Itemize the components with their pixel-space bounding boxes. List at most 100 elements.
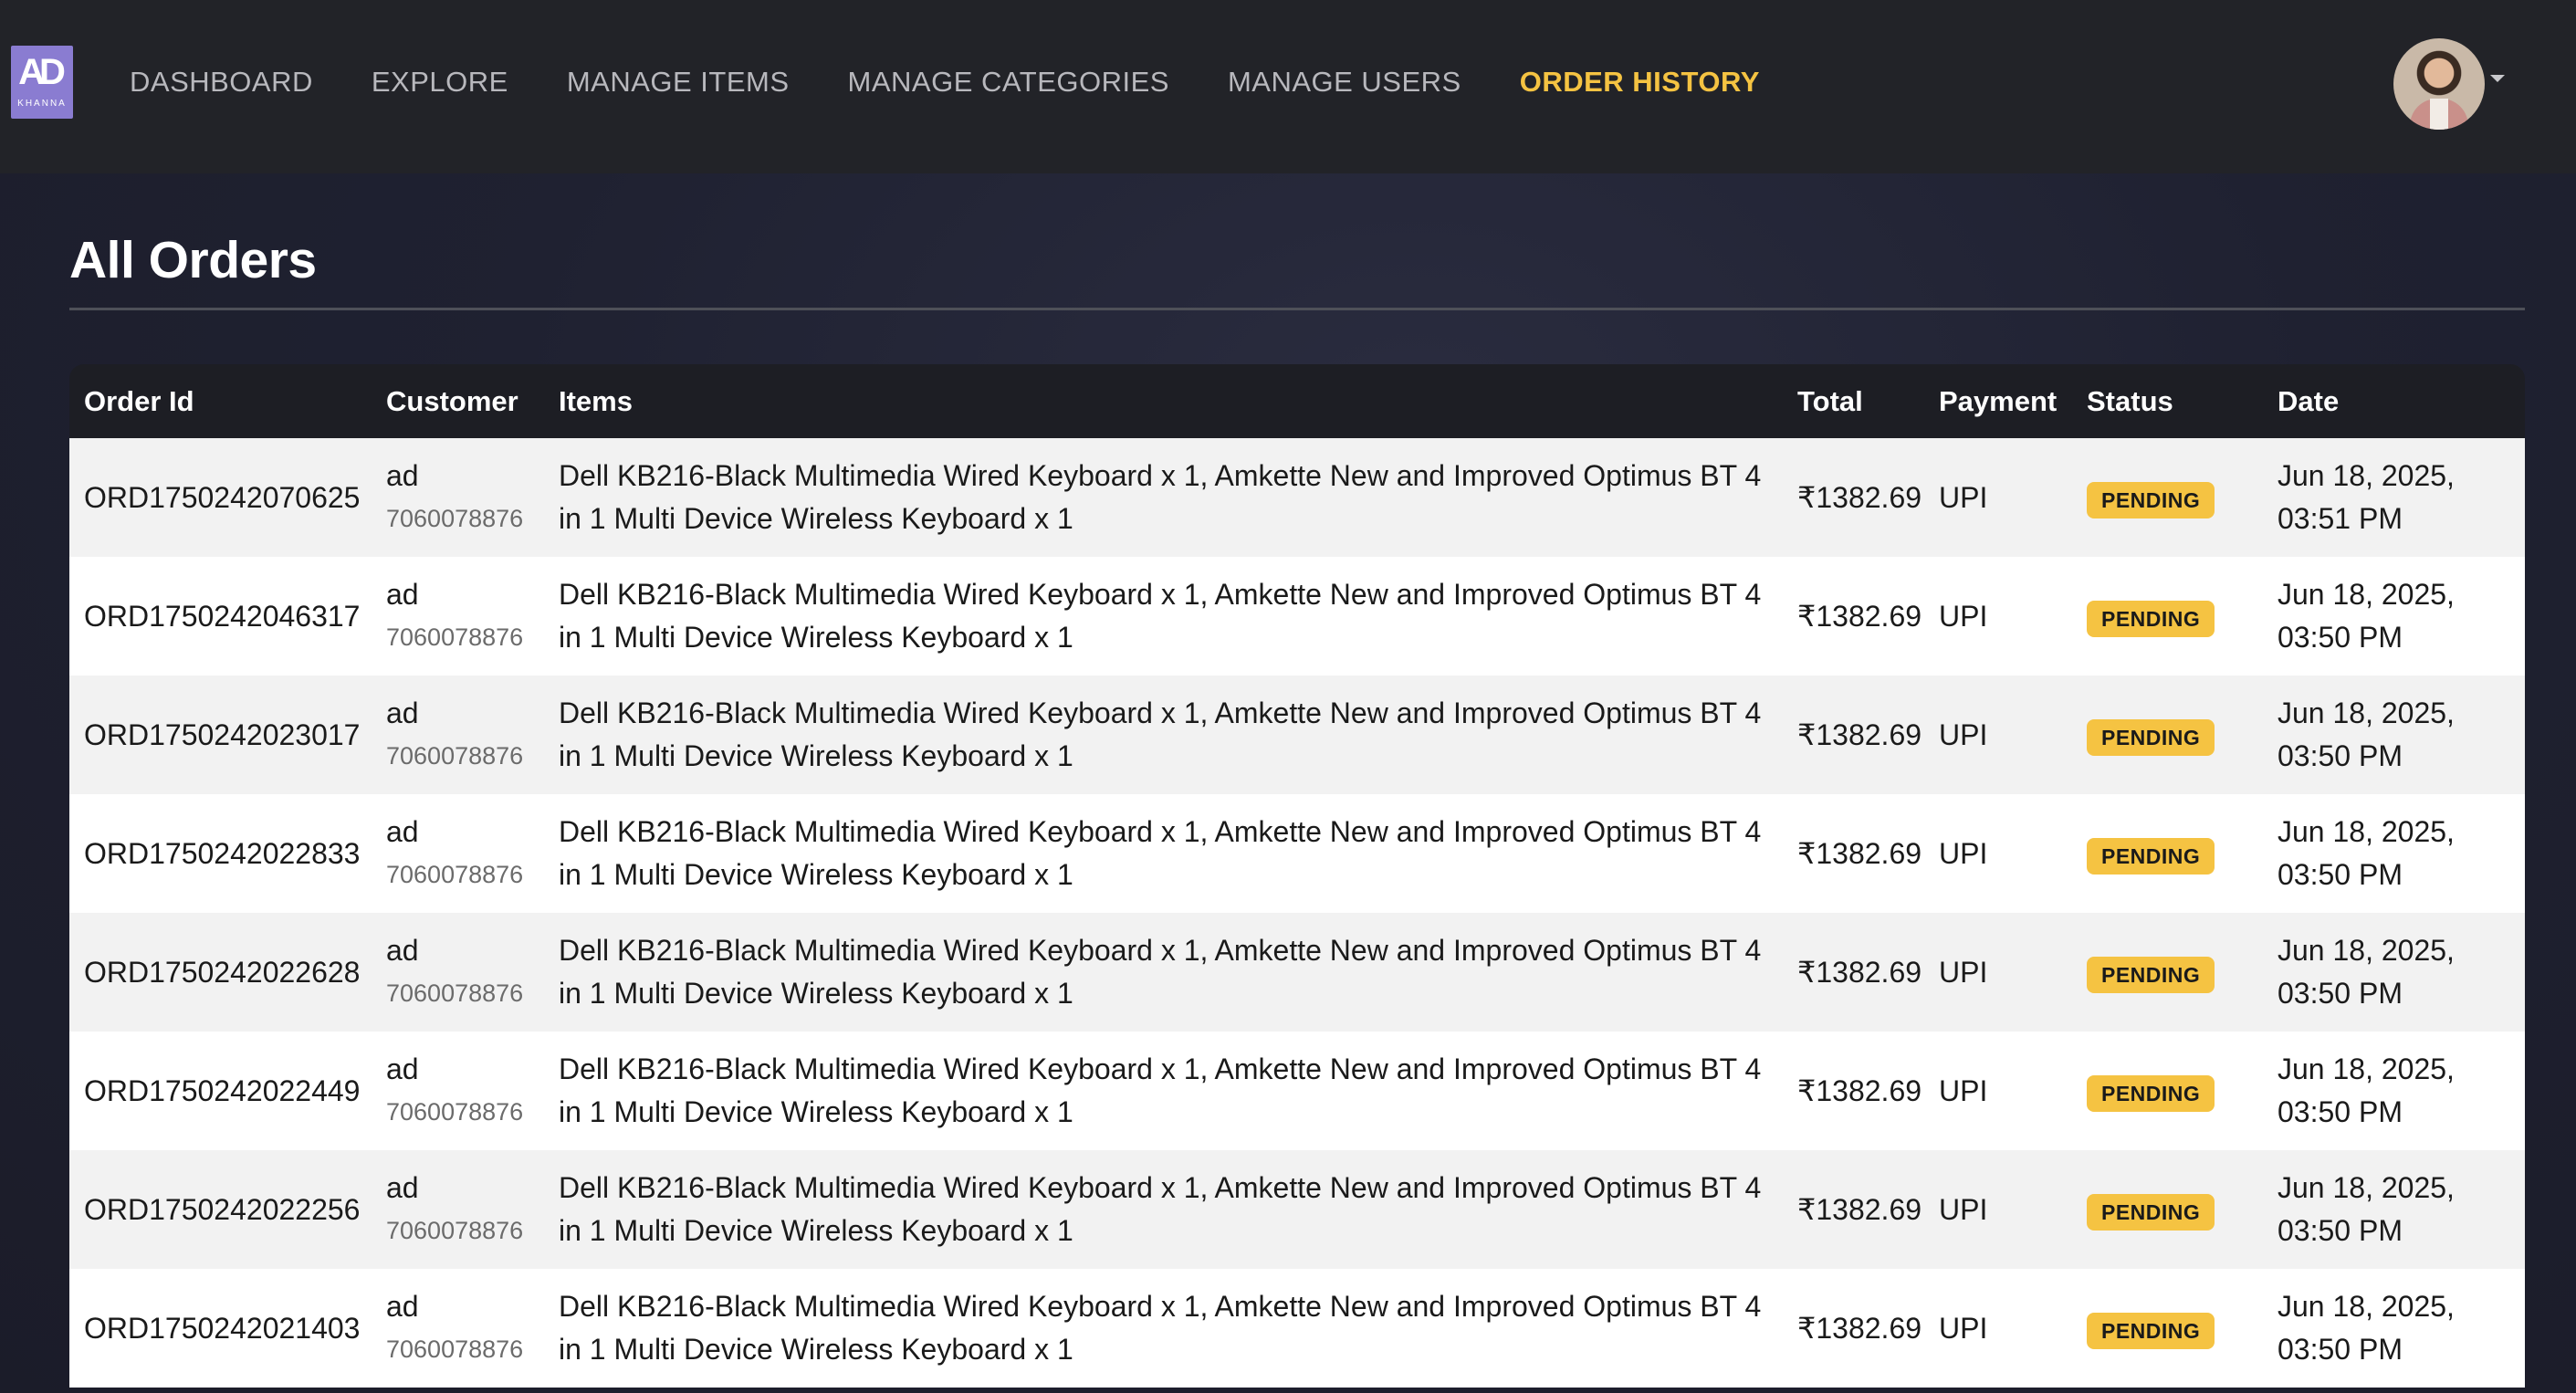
total-cell: ₹1382.69 <box>1797 1311 1922 1345</box>
customer-phone: 7060078876 <box>386 742 524 770</box>
order-id-cell: ORD1750242022833 <box>84 836 361 870</box>
date-cell: Jun 18, 2025, 03:50 PM <box>2278 1290 2455 1366</box>
table-row[interactable]: ORD1750242022628 ad 7060078876 Dell KB21… <box>69 913 2525 1032</box>
date-cell: Jun 18, 2025, 03:50 PM <box>2278 696 2455 772</box>
customer-name: ad <box>386 459 419 492</box>
table-row[interactable]: ORD1750242022256 ad 7060078876 Dell KB21… <box>69 1150 2525 1269</box>
items-cell: Dell KB216-Black Multimedia Wired Keyboa… <box>559 934 1762 1010</box>
order-id-cell: ORD1750242070625 <box>84 480 361 514</box>
payment-cell: UPI <box>1939 599 1988 633</box>
total-cell: ₹1382.69 <box>1797 1074 1922 1107</box>
status-cell: PENDING <box>2072 913 2263 1032</box>
status-cell: PENDING <box>2072 1150 2263 1269</box>
customer-name: ad <box>386 1053 419 1085</box>
table-row[interactable]: ORD1750242022449 ad 7060078876 Dell KB21… <box>69 1032 2525 1150</box>
status-cell: PENDING <box>2072 1269 2263 1388</box>
customer-phone: 7060078876 <box>386 623 524 651</box>
customer-cell: ad 7060078876 <box>372 438 544 557</box>
table-row[interactable]: ORD1750242046317 ad 7060078876 Dell KB21… <box>69 557 2525 676</box>
total-cell: ₹1382.69 <box>1797 599 1922 633</box>
status-badge: PENDING <box>2087 481 2215 518</box>
status-badge: PENDING <box>2087 1074 2215 1112</box>
date-cell: Jun 18, 2025, 03:50 PM <box>2278 934 2455 1010</box>
items-cell: Dell KB216-Black Multimedia Wired Keyboa… <box>559 1053 1762 1128</box>
nav-dashboard[interactable]: DASHBOARD <box>130 66 313 99</box>
nav-manage-items[interactable]: MANAGE ITEMS <box>567 66 790 99</box>
status-badge: PENDING <box>2087 1193 2215 1231</box>
payment-cell: UPI <box>1939 836 1988 870</box>
order-id-cell: ORD1750242022449 <box>84 1074 361 1107</box>
order-id-cell: ORD1750242046317 <box>84 599 361 633</box>
main-nav: DASHBOARD EXPLORE MANAGE ITEMS MANAGE CA… <box>130 66 1818 99</box>
customer-cell: ad 7060078876 <box>372 676 544 794</box>
order-id-cell: ORD1750242022628 <box>84 955 361 989</box>
customer-phone: 7060078876 <box>386 1217 524 1244</box>
customer-cell: ad 7060078876 <box>372 1150 544 1269</box>
customer-phone: 7060078876 <box>386 861 524 888</box>
payment-cell: UPI <box>1939 1311 1988 1345</box>
header-items[interactable]: Items <box>544 364 1783 438</box>
header-date[interactable]: Date <box>2263 364 2525 438</box>
nav-manage-users[interactable]: MANAGE USERS <box>1228 66 1461 99</box>
page-title: All Orders <box>69 231 317 289</box>
customer-cell: ad 7060078876 <box>372 1032 544 1150</box>
customer-cell: ad 7060078876 <box>372 557 544 676</box>
customer-name: ad <box>386 578 419 611</box>
orders-table: Order Id Customer Items Total Payment St… <box>69 364 2525 1388</box>
order-id-cell: ORD1750242021403 <box>84 1311 361 1345</box>
order-id-cell: ORD1750242022256 <box>84 1192 361 1226</box>
customer-name: ad <box>386 1290 419 1323</box>
items-cell: Dell KB216-Black Multimedia Wired Keyboa… <box>559 459 1762 535</box>
status-badge: PENDING <box>2087 956 2215 993</box>
date-cell: Jun 18, 2025, 03:51 PM <box>2278 459 2455 535</box>
items-cell: Dell KB216-Black Multimedia Wired Keyboa… <box>559 578 1762 654</box>
date-cell: Jun 18, 2025, 03:50 PM <box>2278 1171 2455 1247</box>
customer-name: ad <box>386 696 419 729</box>
top-navbar: AD KHANNA DASHBOARD EXPLORE MANAGE ITEMS… <box>0 0 2576 173</box>
total-cell: ₹1382.69 <box>1797 1192 1922 1226</box>
header-customer[interactable]: Customer <box>372 364 544 438</box>
payment-cell: UPI <box>1939 480 1988 514</box>
status-badge: PENDING <box>2087 600 2215 637</box>
status-badge: PENDING <box>2087 1312 2215 1349</box>
nav-explore[interactable]: EXPLORE <box>372 66 508 99</box>
items-cell: Dell KB216-Black Multimedia Wired Keyboa… <box>559 815 1762 891</box>
header-status[interactable]: Status <box>2072 364 2263 438</box>
logo-subtext: KHANNA <box>17 99 67 109</box>
orders-table-container: Order Id Customer Items Total Payment St… <box>69 364 2525 1393</box>
avatar-shirt <box>2430 99 2448 130</box>
logo-mark: AD <box>18 52 66 92</box>
status-cell: PENDING <box>2072 1032 2263 1150</box>
header-total[interactable]: Total <box>1783 364 1924 438</box>
table-row[interactable]: ORD1750242021403 ad 7060078876 Dell KB21… <box>69 1269 2525 1388</box>
total-cell: ₹1382.69 <box>1797 717 1922 751</box>
customer-name: ad <box>386 815 419 848</box>
nav-order-history[interactable]: ORDER HISTORY <box>1520 66 1760 99</box>
table-row[interactable]: ORD1750242070625 ad 7060078876 Dell KB21… <box>69 438 2525 557</box>
date-cell: Jun 18, 2025, 03:50 PM <box>2278 578 2455 654</box>
status-badge: PENDING <box>2087 718 2215 756</box>
table-row[interactable]: ORD1750242023017 ad 7060078876 Dell KB21… <box>69 676 2525 794</box>
table-header-row: Order Id Customer Items Total Payment St… <box>69 364 2525 438</box>
status-badge: PENDING <box>2087 837 2215 875</box>
header-order-id[interactable]: Order Id <box>69 364 372 438</box>
date-cell: Jun 18, 2025, 03:50 PM <box>2278 1053 2455 1128</box>
chevron-down-icon[interactable] <box>2490 75 2505 82</box>
customer-cell: ad 7060078876 <box>372 913 544 1032</box>
header-payment[interactable]: Payment <box>1924 364 2072 438</box>
total-cell: ₹1382.69 <box>1797 955 1922 989</box>
brand-logo[interactable]: AD KHANNA <box>11 46 73 119</box>
title-divider <box>69 308 2525 310</box>
table-row[interactable]: ORD1750242022833 ad 7060078876 Dell KB21… <box>69 794 2525 913</box>
payment-cell: UPI <box>1939 1074 1988 1107</box>
customer-name: ad <box>386 1171 419 1204</box>
order-id-cell: ORD1750242023017 <box>84 717 361 751</box>
status-cell: PENDING <box>2072 794 2263 913</box>
status-cell: PENDING <box>2072 676 2263 794</box>
payment-cell: UPI <box>1939 717 1988 751</box>
customer-cell: ad 7060078876 <box>372 1269 544 1388</box>
customer-phone: 7060078876 <box>386 1335 524 1363</box>
nav-manage-categories[interactable]: MANAGE CATEGORIES <box>848 66 1169 99</box>
items-cell: Dell KB216-Black Multimedia Wired Keyboa… <box>559 1290 1762 1366</box>
user-avatar[interactable] <box>2393 38 2485 130</box>
